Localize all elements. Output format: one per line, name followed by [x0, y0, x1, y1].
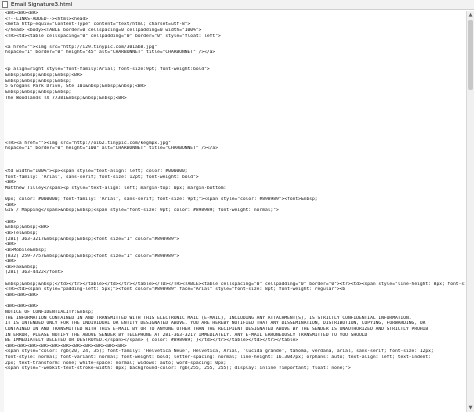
- scroll-up-icon[interactable]: ▲: [468, 12, 473, 18]
- code-line: CONTAINED IN AND TRANSMITTED WITH THIS E…: [5, 326, 429, 332]
- title-bar: Email Signature3.html: [0, 0, 474, 10]
- window-title: Email Signature3.html: [11, 2, 73, 8]
- scroll-thumb[interactable]: [468, 20, 473, 90]
- code-line: <span style="-webkit-text-stroke-width: …: [5, 366, 351, 372]
- scroll-down-icon[interactable]: ▼: [468, 405, 473, 411]
- vertical-scrollbar[interactable]: ▲ ▼: [466, 11, 474, 412]
- code-text-area[interactable]: <BR><BR><BR> <!--LINKS-ADDED--><html><hea…: [5, 11, 465, 412]
- document-icon: [2, 1, 8, 8]
- code-editor[interactable]: <BR><BR><BR> <!--LINKS-ADDED--><html><hea…: [0, 11, 466, 412]
- code-line: font-style: normal; font-variant: normal…: [5, 355, 431, 361]
- editor-gutter: [0, 11, 4, 412]
